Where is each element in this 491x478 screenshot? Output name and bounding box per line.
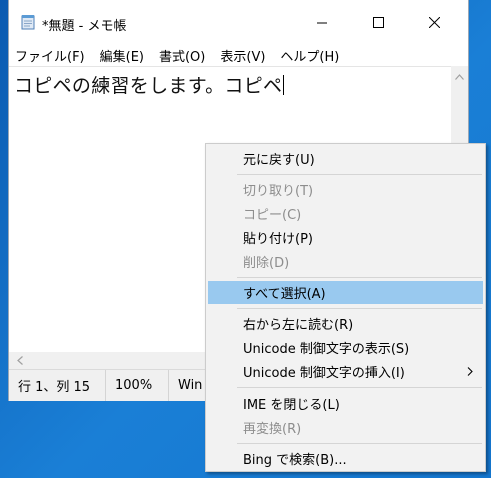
ctx-separator: [237, 277, 482, 278]
notepad-icon: [21, 14, 35, 30]
maximize-button[interactable]: [355, 0, 401, 44]
menu-view[interactable]: 表示(V): [213, 46, 273, 65]
ctx-delete[interactable]: 削除(D): [208, 250, 483, 273]
ctx-select-all[interactable]: すべて選択(A): [208, 281, 483, 304]
editor-content: コピペの練習をします。コピペ: [14, 71, 285, 98]
ctx-insert-unicode-control[interactable]: Unicode 制御文字の挿入(I): [208, 360, 483, 383]
ctx-close-ime[interactable]: IME を閉じる(L): [208, 392, 483, 415]
ctx-right-to-left[interactable]: 右から左に読む(R): [208, 312, 483, 335]
scroll-left-icon[interactable]: [11, 352, 28, 369]
ctx-undo[interactable]: 元に戻す(U): [208, 147, 483, 170]
ctx-separator: [237, 174, 482, 175]
minimize-button[interactable]: [299, 0, 345, 44]
ctx-insert-unicode-control-label: Unicode 制御文字の挿入(I): [243, 366, 405, 381]
ctx-separator: [237, 443, 482, 444]
ctx-copy[interactable]: コピー(C): [208, 202, 483, 225]
status-cursor-position: 行 1、列 15: [9, 370, 106, 401]
close-button[interactable]: [411, 0, 457, 44]
menu-bar: ファイル(F) 編集(E) 書式(O) 表示(V) ヘルプ(H): [9, 44, 468, 66]
ctx-paste[interactable]: 貼り付け(P): [208, 226, 483, 249]
context-menu: 元に戻す(U) 切り取り(T) コピー(C) 貼り付け(P) 削除(D) すべて…: [205, 143, 486, 472]
ctx-cut[interactable]: 切り取り(T): [208, 178, 483, 201]
ctx-reconvert[interactable]: 再変換(R): [208, 416, 483, 439]
menu-edit[interactable]: 編集(E): [93, 46, 152, 65]
ctx-search-bing[interactable]: Bing で検索(B)...: [208, 447, 483, 470]
status-zoom: 100%: [106, 370, 169, 401]
ctx-separator: [237, 387, 482, 388]
menu-file[interactable]: ファイル(F): [9, 46, 93, 65]
maximize-icon: [372, 13, 384, 32]
menu-help[interactable]: ヘルプ(H): [273, 46, 347, 65]
window-title: *無題 - メモ帳: [42, 19, 127, 34]
text-caret: [283, 75, 285, 95]
ctx-show-unicode-control[interactable]: Unicode 制御文字の表示(S): [208, 336, 483, 359]
close-icon: [428, 13, 440, 32]
scroll-up-icon[interactable]: [451, 68, 468, 85]
menu-format[interactable]: 書式(O): [152, 46, 213, 65]
title-bar[interactable]: *無題 - メモ帳: [9, 0, 468, 44]
ctx-separator: [237, 308, 482, 309]
minimize-icon: [317, 13, 327, 32]
chevron-right-icon: [467, 365, 473, 379]
editor-text-value: コピペの練習をします。コピペ: [14, 75, 283, 97]
